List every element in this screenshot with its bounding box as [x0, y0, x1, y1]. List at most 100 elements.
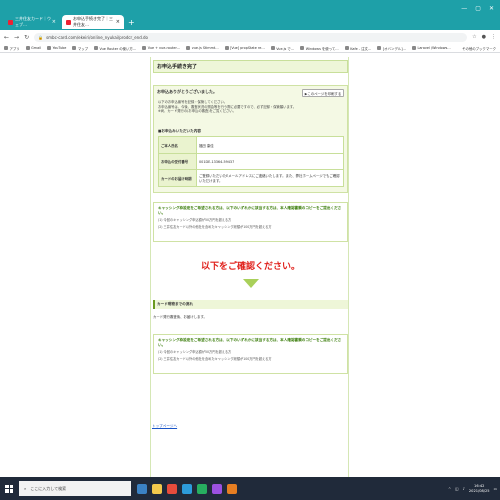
bookmark-label: Vue + vue-router… [147, 46, 181, 50]
new-tab-button[interactable]: + [128, 18, 135, 27]
clock[interactable]: 16:42 2021/08/25 [469, 484, 490, 493]
taskbar-search-input[interactable]: ⌕ ここに入力して検索 [19, 481, 131, 496]
url-input[interactable]: 🔒 smbc-card.com/ekeiri/online_nyukai/pro… [34, 32, 468, 42]
details-heading: ■お申込みいただいた内容 [158, 129, 201, 133]
confirm-heading: 以下をご確認ください。 [200, 262, 300, 272]
bookmark-item[interactable]: [Vue] propState re… [224, 46, 265, 50]
bookmark-label: YouTube [52, 46, 67, 50]
close-icon[interactable]: × [116, 19, 120, 25]
note-line: ※尚、カード発行の(お申込の審査)をご覧ください。 [158, 109, 236, 114]
app-icon[interactable] [212, 483, 222, 494]
notice-item: (2) 三井住友カード以外の他社を含めたキャッシング総額が100万円を超える方 [158, 224, 272, 229]
page-title: お申込手続き完了 [153, 60, 348, 73]
browser-tabstrip: 三井住友カード｜ウェブ… × お申込手続き完了｜三井住友… × + — ▢ ✕ [0, 0, 500, 30]
bookmark-icon [411, 46, 416, 50]
task-view-icon[interactable] [137, 483, 147, 494]
menu-icon[interactable]: ⋮ [491, 34, 496, 40]
vscode-icon[interactable] [182, 483, 192, 494]
bookmark-label: [オバンデル]… [382, 46, 406, 51]
windows-start-icon[interactable] [3, 483, 15, 495]
close-icon[interactable]: × [52, 19, 56, 25]
search-icon: ⌕ [24, 486, 27, 491]
system-tray: ^ ◫ ♪ 16:42 2021/08/25 ▭ [448, 484, 497, 493]
close-window-icon[interactable]: ✕ [489, 5, 494, 12]
taskbar-apps [137, 483, 237, 494]
bookmark-item[interactable]: アプリ [4, 46, 20, 51]
lock-icon: 🔒 [38, 34, 44, 40]
bookmark-label: マップ [77, 46, 89, 51]
bookmark-icon [25, 46, 30, 50]
print-page-button[interactable]: ▶このページを印刷する [302, 89, 344, 97]
app-icon[interactable] [227, 483, 237, 494]
bookmark-item[interactable]: [オバンデル]… [377, 46, 406, 51]
bookmark-icon [94, 46, 99, 50]
bookmark-icon [300, 46, 305, 50]
bookmark-label: vue.js Stimmt… [191, 46, 219, 50]
bookmark-item[interactable]: Vue + vue-router… [142, 46, 180, 50]
star-icon[interactable]: ☆ [472, 34, 476, 40]
taskbar: ⌕ ここに入力して検索 ^ ◫ ♪ 16:42 2021/08/25 ▭ [0, 477, 500, 500]
favicon-icon [8, 19, 13, 25]
bookmark-item[interactable]: Gmail [25, 46, 42, 50]
notification-icon[interactable]: ▭ [494, 487, 497, 491]
bookmark-icon [186, 46, 191, 50]
window-controls: — ▢ ✕ [461, 5, 494, 12]
bookmark-item[interactable]: vue.js Stimmt… [186, 46, 219, 50]
details-value: 福田 康佳 [196, 136, 344, 154]
notice-item: (1) 今回のキャッシング申込額が50万円を超える方 [158, 218, 232, 222]
bookmark-icon [47, 46, 52, 50]
bookmark-icon [4, 46, 8, 50]
tab-smbc-web[interactable]: 三井住友カード｜ウェブ… × [4, 15, 60, 29]
url-text: smbc-card.com/ekeiri/online_nyukai/prodc… [46, 34, 148, 40]
bookmark-icon [72, 46, 77, 50]
bookmark-label: [Vue] propState re… [230, 46, 265, 50]
table-row: ご本人氏名 福田 康佳 [158, 136, 344, 154]
profile-icon[interactable]: ● [482, 34, 486, 40]
reload-icon[interactable]: ↻ [24, 34, 29, 41]
notice-item: (1) 今回のキャッシング申込額が50万円を超える方 [158, 350, 232, 354]
notes: 以下のお申込番号を記録・保管してください。 お申込番号は、今後、審査状況の照会等… [158, 100, 298, 114]
bookmark-label: Gmail [31, 46, 42, 50]
bookmarks-bar: アプリ Gmail YouTube マップ Vue Router の使い方… Vue + … [0, 44, 500, 53]
down-arrow-icon [243, 279, 259, 288]
forward-icon[interactable]: → [14, 34, 19, 41]
notice-item: (2) 三井住友カード以外の他社を含めたキャッシング総額が100万円を超える方 [158, 356, 272, 361]
details-value: 001DE-13364-59437 [196, 153, 344, 170]
file-explorer-icon[interactable] [152, 483, 162, 494]
tab-application-complete[interactable]: お申込手続き完了｜三井住友… × [62, 15, 124, 29]
bookmark-item[interactable]: Kafe - 注文… [344, 46, 372, 51]
notice-heading: キャッシング枠設定をご希望される方は、以下のいずれかに該当する方は、本人確認書類… [158, 206, 342, 215]
bookmark-item[interactable]: YouTube [47, 46, 66, 50]
completion-card: お申込ありがとうございました。 ▶このページを印刷する 以下のお申込番号を記録・… [153, 85, 348, 193]
address-bar: ← → ↻ 🔒 smbc-card.com/ekeiri/online_nyuk… [0, 30, 500, 44]
bookmark-label: Laravel /Windows… [417, 46, 451, 50]
bookmark-label: Vue Router の使い方… [99, 46, 137, 51]
page-content: お申込手続き完了 お申込ありがとうございました。 ▶このページを印刷する 以下の… [150, 57, 349, 477]
bookmark-item[interactable]: Vue Router の使い方… [94, 46, 136, 51]
other-bookmarks[interactable]: その他のブックマーク [462, 46, 496, 51]
network-icon[interactable]: ◫ [455, 487, 458, 491]
top-page-link[interactable]: トップページへ [152, 424, 177, 429]
bookmark-icon [344, 46, 349, 50]
details-table: ご本人氏名 福田 康佳 お申込の受付番号 001DE-13364-59437 カ… [158, 136, 344, 187]
bookmark-label: Vue.js で… [276, 46, 295, 51]
bookmark-item[interactable]: Laravel /Windows… [411, 46, 451, 50]
cashing-notice: キャッシング枠設定をご希望される方は、以下のいずれかに該当する方は、本人確認書類… [153, 202, 348, 242]
bookmark-item[interactable]: マップ [72, 46, 88, 51]
tab-label: 三井住友カード｜ウェブ… [15, 16, 51, 27]
app-icon[interactable] [197, 483, 207, 494]
details-label: お申込の受付番号 [158, 153, 197, 170]
tab-label: お申込手続き完了｜三井住友… [73, 16, 113, 27]
bookmark-item[interactable]: Windows を使って… [300, 46, 339, 51]
chevron-up-icon[interactable]: ^ [448, 487, 451, 491]
chrome-icon[interactable] [167, 483, 177, 494]
notice-heading: キャッシング枠設定をご希望される方は、以下のいずれかに該当する方は、本人確認書類… [158, 338, 342, 347]
bookmark-item[interactable]: Vue.js で… [270, 46, 295, 51]
volume-icon[interactable]: ♪ [463, 487, 465, 491]
minimize-icon[interactable]: — [461, 5, 467, 12]
back-icon[interactable]: ← [4, 34, 9, 41]
maximize-icon[interactable]: ▢ [475, 5, 481, 12]
details-value: ご登録いただいたEメールアドレスにご連絡いたします。また、弊社ホームページでもご… [196, 169, 344, 187]
bookmark-label: Kafe - 注文… [350, 46, 372, 51]
web-page: お申込手続き完了 お申込ありがとうございました。 ▶このページを印刷する 以下の… [0, 53, 500, 477]
